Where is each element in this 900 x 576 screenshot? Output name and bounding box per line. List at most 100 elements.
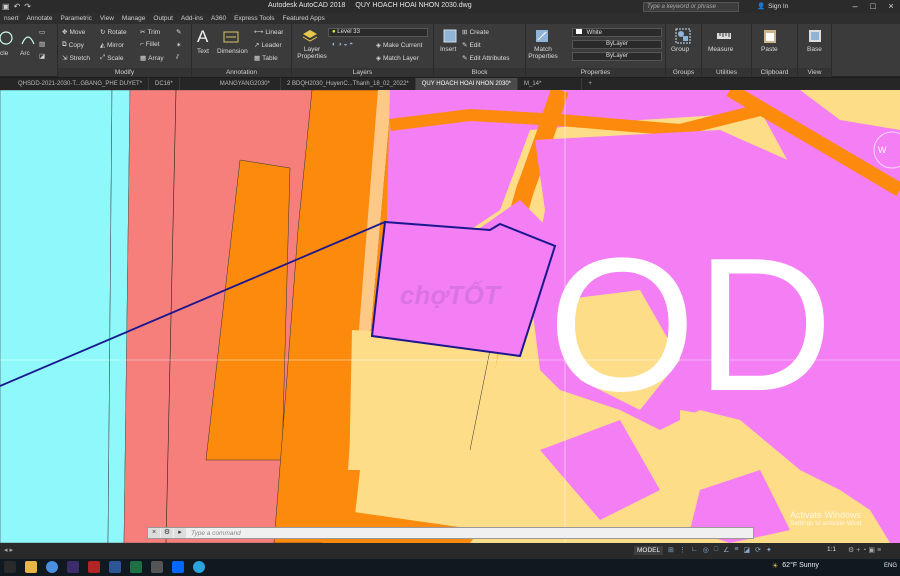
block-panel-title[interactable]: Block (434, 68, 525, 77)
command-line[interactable]: × ⚙ ▸ Type a command (147, 527, 754, 539)
match-layer-button[interactable]: ◈ Match Layer (376, 54, 419, 63)
drawing-area[interactable]: OD chợTỐT W (0, 90, 900, 543)
tab-view[interactable]: View (96, 13, 118, 24)
doc-tab-m14[interactable]: M_14* (518, 78, 583, 90)
draw-more-icon[interactable]: ▭ (39, 28, 45, 36)
tab-a360[interactable]: A360 (207, 13, 230, 24)
layer-properties-button[interactable]: Layer Properties (296, 46, 328, 60)
annotation-panel-title[interactable]: Annotation (192, 68, 291, 77)
text-button[interactable]: Text (197, 48, 209, 55)
doc-tab-bdqh2030[interactable]: 2 BDQH2030_HuyenC...Thanh_18_02_2022* (281, 78, 416, 90)
circle-button[interactable]: cle (0, 50, 8, 57)
language-indicator[interactable]: ENG (884, 563, 897, 569)
edit-attributes-button[interactable]: ✎ Edit Attributes (462, 54, 510, 63)
edit-block-button[interactable]: ✎ Edit (462, 41, 481, 50)
customize-command-icon[interactable]: ⚙ (161, 528, 173, 538)
command-history-icon[interactable]: ▸ (174, 528, 186, 538)
create-block-button[interactable]: ⊞ Create (462, 28, 489, 37)
table-button[interactable]: ▦ Table (254, 54, 278, 63)
annotation-scale[interactable]: 1:1 (827, 546, 836, 553)
copy-button[interactable]: ⧉ Copy (62, 41, 84, 49)
linear-button[interactable]: ⟷ Linear (254, 28, 283, 37)
annotation-visibility-icon[interactable]: ✦ (766, 546, 772, 554)
paste-icon[interactable] (762, 28, 778, 44)
rotate-button[interactable]: ↻ Rotate (100, 28, 127, 37)
doc-tab-quy-hoach-hoai-nhon[interactable]: QUY HOACH HOAI NHON 2030* (415, 78, 518, 90)
clipboard-panel-title[interactable]: Clipboard (752, 68, 797, 77)
snap-icon[interactable]: ⋮ (679, 546, 686, 554)
sign-in-button[interactable]: 👤 Sign In (757, 2, 788, 11)
linetype-dropdown[interactable]: ByLayer (572, 40, 662, 49)
explode-icon[interactable]: ✶ (176, 41, 181, 49)
base-button[interactable]: Base (807, 46, 822, 53)
model-space-button[interactable]: MODEL (634, 546, 664, 555)
arc-icon[interactable] (20, 30, 36, 46)
minimize-icon[interactable]: – (846, 0, 864, 13)
layer-state-icons[interactable]: ◐ ◑ ◒ ◓ (332, 41, 353, 48)
region-icon[interactable]: ◪ (39, 52, 45, 60)
modify-panel-title[interactable]: Modify (58, 68, 191, 77)
circle-icon[interactable] (0, 30, 16, 46)
view-panel-title[interactable]: View (798, 68, 831, 77)
autocad-icon[interactable] (88, 561, 100, 573)
polar-icon[interactable]: ◎ (703, 546, 709, 554)
lineweight-icon[interactable]: ≡ (734, 546, 738, 554)
fillet-button[interactable]: ⌐ Fillet (140, 41, 160, 48)
app-icon[interactable] (151, 561, 163, 573)
offset-icon[interactable]: ⫽ (176, 54, 179, 62)
move-button[interactable]: ✥ Move (62, 28, 85, 37)
layer-dropdown[interactable]: ● Level 33 (328, 28, 428, 37)
redo-icon[interactable]: ↷ (24, 1, 31, 12)
undo-icon[interactable]: ↶ (14, 1, 21, 12)
group-button[interactable]: Group (671, 46, 689, 53)
word-icon[interactable] (109, 561, 121, 573)
layers-panel-title[interactable]: Layers (292, 68, 433, 77)
layer-properties-icon[interactable] (302, 28, 318, 44)
stretch-button[interactable]: ⇲ Stretch (62, 54, 90, 63)
transparency-icon[interactable]: ◪ (743, 546, 750, 554)
save-icon[interactable]: ▣ (2, 1, 10, 12)
measure-icon[interactable] (716, 28, 732, 44)
array-button[interactable]: ▦ Array (140, 54, 164, 63)
excel-icon[interactable] (130, 561, 142, 573)
tab-parametric[interactable]: Parametric (56, 13, 95, 24)
premiere-icon[interactable] (67, 561, 79, 573)
explorer-icon[interactable] (25, 561, 37, 573)
measure-button[interactable]: Measure (708, 46, 733, 53)
make-current-button[interactable]: ◈ Make Current (376, 41, 422, 50)
insert-button[interactable]: Insert (440, 46, 456, 53)
ortho-icon[interactable]: ∟ (691, 546, 698, 554)
match-properties-button[interactable]: Match Properties (528, 46, 558, 60)
leader-button[interactable]: ↗ Leader (254, 41, 282, 50)
maximize-icon[interactable]: □ (864, 0, 882, 13)
workspace-icon[interactable]: ⚙ + ◔ ▣ ≡ (848, 546, 881, 554)
layout-scroll-icon[interactable]: ◂ ▸ (4, 546, 13, 554)
arc-button[interactable]: Arc (20, 50, 30, 57)
start-icon[interactable] (4, 561, 16, 573)
otrack-icon[interactable]: ∠ (723, 546, 729, 554)
lineweight-dropdown[interactable]: ByLayer (572, 52, 662, 61)
dimension-button[interactable]: Dimension (217, 48, 248, 55)
close-icon[interactable]: × (882, 0, 900, 13)
close-command-icon[interactable]: × (148, 528, 160, 538)
trim-button[interactable]: ✂ Trim (140, 28, 160, 37)
osnap-icon[interactable]: □ (714, 546, 718, 554)
tab-output[interactable]: Output (149, 13, 177, 24)
paste-button[interactable]: Paste (761, 46, 778, 53)
mirror-button[interactable]: ◭ Mirror (100, 41, 124, 50)
utilities-panel-title[interactable]: Utilities (702, 68, 751, 77)
properties-panel-title[interactable]: Properties (526, 68, 665, 77)
text-icon[interactable]: A (197, 27, 213, 46)
tab-express-tools[interactable]: Express Tools (230, 13, 278, 24)
command-input[interactable]: Type a command (187, 530, 241, 537)
tab-annotate[interactable]: Annotate (22, 13, 56, 24)
weather-widget[interactable]: ☀ 62°F Sunny (772, 562, 819, 570)
scale-button[interactable]: ⤢ Scale (100, 54, 123, 62)
telegram-icon[interactable] (193, 561, 205, 573)
doc-tab-mangyang[interactable]: MANGYANG2030* (180, 78, 281, 90)
grid-icon[interactable]: ⊞ (668, 546, 674, 554)
tab-add-ins[interactable]: Add-ins (177, 13, 207, 24)
chrome-icon[interactable] (46, 561, 58, 573)
tab-manage[interactable]: Manage (118, 13, 150, 24)
selection-cycling-icon[interactable]: ⟳ (755, 546, 761, 554)
